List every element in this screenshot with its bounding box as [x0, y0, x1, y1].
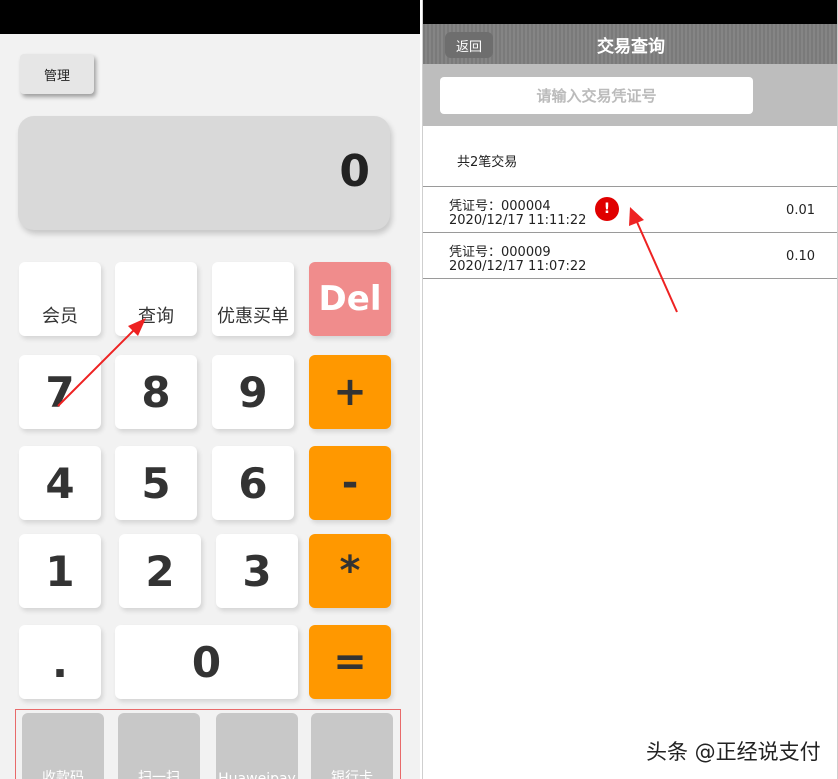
transaction-query-screen: 交易查询 返回 共2笔交易 凭证号：000004 2020/12/17 11:1…	[422, 0, 838, 779]
calculator-screen: 管理 0 会员 查询 优惠买单 Del 7 8 9 + 4 5 6 - 1 2 …	[0, 0, 420, 779]
screenshot-root: 管理 0 会员 查询 优惠买单 Del 7 8 9 + 4 5 6 - 1 2 …	[0, 0, 838, 779]
annotation-arrow-alert	[629, 207, 678, 313]
annotation-arrow-query	[57, 318, 146, 407]
watermark: 头条 @正经说支付	[646, 740, 821, 764]
